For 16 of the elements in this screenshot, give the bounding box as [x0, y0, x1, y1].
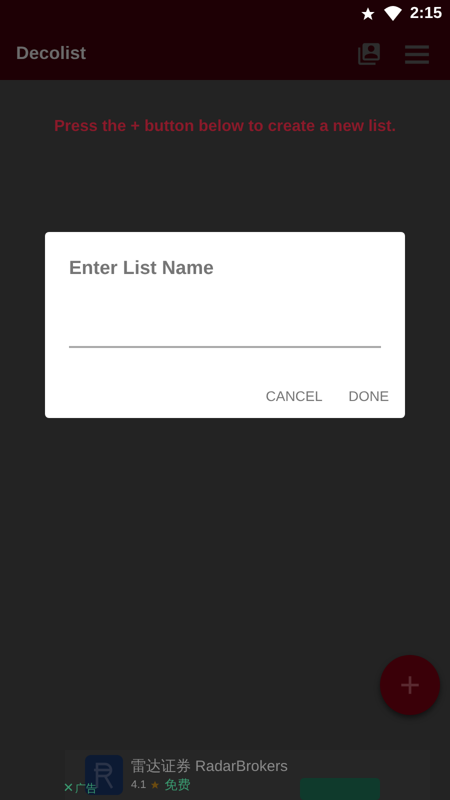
status-time: 2:15: [410, 4, 442, 22]
app-title: Decolist: [16, 43, 88, 64]
install-button[interactable]: [300, 778, 380, 800]
ad-label: 广告: [74, 782, 97, 796]
ad-title: 雷达证券 RadarBrokers: [131, 756, 288, 776]
ad-price: 免费: [164, 776, 190, 794]
done-button[interactable]: DONE: [348, 384, 389, 408]
ad-close-button[interactable]: ✕: [63, 780, 74, 796]
app-logo-icon: [85, 755, 123, 795]
star-icon: [360, 6, 376, 22]
empty-message: Press the + button below to create a new list.: [53, 118, 397, 136]
wifi-icon: [384, 6, 402, 21]
ad-rating: 4.1: [131, 778, 146, 790]
star-icon: [150, 780, 160, 790]
dialog-title: Enter List Name: [69, 258, 215, 280]
cancel-button[interactable]: CANCEL: [266, 384, 323, 408]
